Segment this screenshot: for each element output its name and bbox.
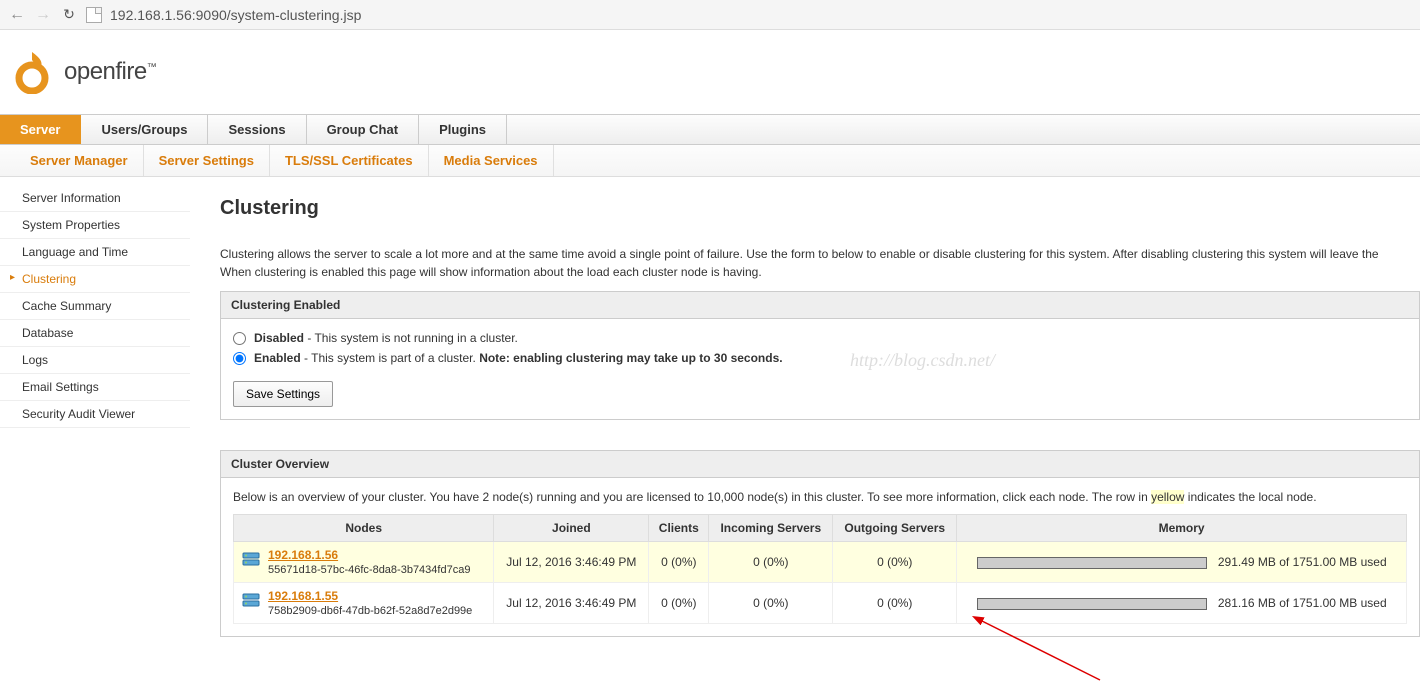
node-ip-link[interactable]: 192.168.1.55 [268, 589, 338, 603]
page-title: Clustering [220, 197, 1420, 220]
tab-users-groups[interactable]: Users/Groups [81, 115, 208, 144]
node-uuid: 55671d18-57bc-46fc-8da8-3b7434fd7ca9 [268, 564, 470, 576]
intro-line2: When clustering is enabled this page wil… [220, 265, 762, 279]
enabled-label[interactable]: Enabled - This system is part of a clust… [254, 351, 783, 365]
node-uuid: 758b2909-db6f-47db-b62f-52a8d7e2d99e [268, 605, 472, 617]
node-cell: 192.168.1.55 758b2909-db6f-47db-b62f-52a… [234, 583, 494, 624]
server-icon [242, 550, 260, 568]
sidebar-logs[interactable]: Logs [0, 347, 190, 374]
node-ip-link[interactable]: 192.168.1.56 [268, 548, 338, 562]
cell-memory: 291.49 MB of 1751.00 MB used [957, 542, 1407, 583]
subtab-media-services[interactable]: Media Services [429, 145, 554, 176]
memory-bar [977, 557, 1207, 569]
th-nodes: Nodes [234, 515, 494, 542]
cell-incoming: 0 (0%) [709, 583, 833, 624]
th-clients: Clients [649, 515, 709, 542]
th-joined: Joined [494, 515, 649, 542]
clustering-enabled-header: Clustering Enabled [221, 292, 1419, 319]
tab-group-chat[interactable]: Group Chat [307, 115, 420, 144]
tab-sessions[interactable]: Sessions [208, 115, 306, 144]
cluster-table: Nodes Joined Clients Incoming Servers Ou… [233, 514, 1407, 624]
disabled-label[interactable]: Disabled - This system is not running in… [254, 331, 518, 345]
subtab-tls-ssl[interactable]: TLS/SSL Certificates [270, 145, 429, 176]
sidebar-language-time[interactable]: Language and Time [0, 239, 190, 266]
cluster-overview-panel: Cluster Overview Below is an overview of… [220, 450, 1420, 637]
tab-server[interactable]: Server [0, 115, 81, 144]
tab-plugins[interactable]: Plugins [419, 115, 507, 144]
clustering-enabled-panel: Clustering Enabled Disabled - This syste… [220, 291, 1420, 420]
logo-row: openfire™ [0, 30, 1420, 114]
overview-description: Below is an overview of your cluster. Yo… [233, 490, 1407, 504]
url-text[interactable]: 192.168.1.56:9090/system-clustering.jsp [110, 7, 361, 23]
table-row: 192.168.1.55 758b2909-db6f-47db-b62f-52a… [234, 583, 1407, 624]
sub-tabs: Server Manager Server Settings TLS/SSL C… [0, 145, 1420, 177]
main-tabs: Server Users/Groups Sessions Group Chat … [0, 114, 1420, 145]
disabled-option-row: Disabled - This system is not running in… [233, 331, 1407, 345]
memory-text: 291.49 MB of 1751.00 MB used [1218, 555, 1387, 569]
cell-joined: Jul 12, 2016 3:46:49 PM [494, 583, 649, 624]
subtab-server-settings[interactable]: Server Settings [144, 145, 270, 176]
forward-button[interactable]: → [34, 6, 52, 24]
subtab-server-manager[interactable]: Server Manager [15, 145, 144, 176]
cell-clients: 0 (0%) [649, 542, 709, 583]
sidebar: Server Information System Properties Lan… [0, 177, 190, 687]
th-incoming: Incoming Servers [709, 515, 833, 542]
logo-text: openfire™ [64, 58, 156, 86]
sidebar-server-information[interactable]: Server Information [0, 185, 190, 212]
cluster-overview-header: Cluster Overview [221, 451, 1419, 478]
enabled-option-row: Enabled - This system is part of a clust… [233, 351, 1407, 365]
sidebar-cache-summary[interactable]: Cache Summary [0, 293, 190, 320]
sidebar-email-settings[interactable]: Email Settings [0, 374, 190, 401]
back-button[interactable]: ← [8, 6, 26, 24]
table-row: 192.168.1.56 55671d18-57bc-46fc-8da8-3b7… [234, 542, 1407, 583]
disabled-radio[interactable] [233, 332, 246, 345]
enabled-radio[interactable] [233, 352, 246, 365]
page-icon [86, 7, 102, 23]
cell-outgoing: 0 (0%) [833, 542, 957, 583]
cell-incoming: 0 (0%) [709, 542, 833, 583]
save-settings-button[interactable]: Save Settings [233, 381, 333, 407]
cell-memory: 281.16 MB of 1751.00 MB used [957, 583, 1407, 624]
node-cell: 192.168.1.56 55671d18-57bc-46fc-8da8-3b7… [234, 542, 494, 583]
server-icon [242, 591, 260, 609]
intro-line1: Clustering allows the server to scale a … [220, 247, 1379, 261]
browser-toolbar: ← → ↻ 192.168.1.56:9090/system-clusterin… [0, 0, 1420, 30]
openfire-logo-icon [10, 50, 54, 94]
cell-clients: 0 (0%) [649, 583, 709, 624]
th-memory: Memory [957, 515, 1407, 542]
sidebar-security-audit[interactable]: Security Audit Viewer [0, 401, 190, 428]
reload-button[interactable]: ↻ [60, 6, 78, 23]
memory-text: 281.16 MB of 1751.00 MB used [1218, 596, 1387, 610]
memory-bar [977, 598, 1207, 610]
cell-outgoing: 0 (0%) [833, 583, 957, 624]
sidebar-clustering[interactable]: Clustering [0, 266, 190, 293]
cell-joined: Jul 12, 2016 3:46:49 PM [494, 542, 649, 583]
th-outgoing: Outgoing Servers [833, 515, 957, 542]
sidebar-system-properties[interactable]: System Properties [0, 212, 190, 239]
sidebar-database[interactable]: Database [0, 320, 190, 347]
content-area: Clustering Clustering allows the server … [190, 177, 1420, 687]
intro-text: Clustering allows the server to scale a … [220, 245, 1420, 281]
